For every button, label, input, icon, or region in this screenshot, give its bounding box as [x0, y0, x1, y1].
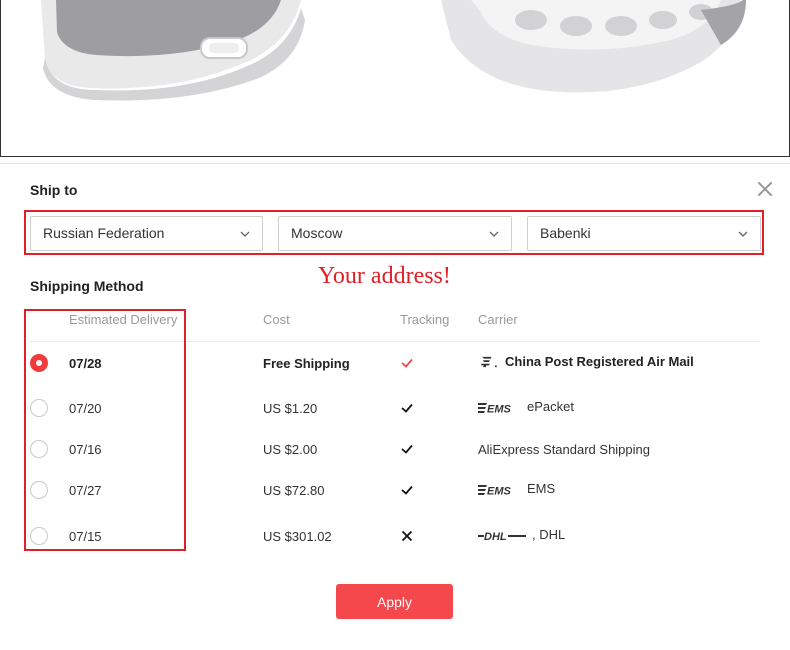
carrier-name: China Post Registered Air Mail [505, 354, 694, 369]
carrier-name: , DHL [532, 527, 566, 542]
delivery-date: 07/27 [69, 483, 102, 498]
shipping-option-row[interactable]: 07/15 US $301.02 DHL , DHL [0, 521, 790, 551]
address-highlight-box: Russian Federation Moscow Babenki [24, 210, 764, 255]
chevron-down-icon [489, 231, 499, 237]
district-select[interactable]: Babenki [527, 216, 761, 251]
carrier-name: ePacket [527, 399, 574, 414]
shipping-cost: US $72.80 [263, 483, 325, 498]
china-post-logo [481, 356, 497, 368]
country-value: Russian Federation [43, 225, 165, 241]
check-icon [401, 485, 413, 495]
svg-text:EMS: EMS [487, 486, 512, 497]
dhl-logo: DHL [478, 531, 526, 542]
shipping-option-row[interactable]: 07/16 US $2.00 AliExpress Standard Shipp… [0, 434, 790, 464]
delivery-date: 07/20 [69, 401, 102, 416]
delivery-date: 07/15 [69, 529, 102, 544]
city-value: Moscow [291, 225, 343, 241]
chevron-down-icon [738, 231, 748, 237]
city-select[interactable]: Moscow [278, 216, 512, 251]
svg-text:DHL: DHL [484, 531, 507, 542]
cross-icon [401, 530, 413, 542]
radio-unselected[interactable] [30, 481, 48, 499]
ems-logo: EMS [478, 403, 512, 415]
check-icon [401, 444, 413, 454]
check-icon [401, 358, 413, 368]
delivery-date: 07/16 [69, 442, 102, 457]
delivery-date: 07/28 [69, 356, 102, 371]
ship-to-title: Ship to [30, 182, 78, 198]
check-icon [401, 403, 413, 413]
shipping-dialog: Ship to Russian Federation Moscow Babenk… [0, 163, 790, 650]
product-photo [0, 0, 790, 157]
shipping-option-row[interactable]: 07/28 Free Shipping China Post Registere… [0, 348, 790, 378]
delivery-highlight-box [24, 309, 186, 551]
ems-logo: EMS [478, 485, 512, 497]
shipping-method-title: Shipping Method [30, 278, 144, 294]
header-estimated-delivery: Estimated Delivery [69, 312, 178, 327]
radio-unselected[interactable] [30, 399, 48, 417]
shipping-option-row[interactable]: 07/27 US $72.80 EMS EMS [0, 475, 790, 505]
header-tracking: Tracking [400, 312, 450, 327]
address-annotation: Your address! [318, 263, 451, 289]
carrier-name: AliExpress Standard Shipping [478, 442, 650, 457]
header-cost: Cost [263, 312, 290, 327]
carrier-name: EMS [527, 481, 556, 496]
radio-unselected[interactable] [30, 440, 48, 458]
shipping-cost: US $2.00 [263, 442, 318, 457]
radio-selected[interactable] [30, 354, 48, 372]
chevron-down-icon [240, 231, 250, 237]
shipping-cost: US $1.20 [263, 401, 318, 416]
shipping-cost: US $301.02 [263, 529, 332, 544]
header-carrier: Carrier [478, 312, 518, 327]
header-divider [30, 341, 760, 342]
svg-text:EMS: EMS [487, 404, 512, 415]
country-select[interactable]: Russian Federation [30, 216, 263, 251]
shipping-cost: Free Shipping [263, 356, 350, 371]
apply-button[interactable]: Apply [336, 584, 453, 619]
close-icon[interactable] [756, 180, 774, 198]
radio-unselected[interactable] [30, 527, 48, 545]
shipping-option-row[interactable]: 07/20 US $1.20 EMS ePacket [0, 393, 790, 423]
district-value: Babenki [540, 225, 591, 241]
